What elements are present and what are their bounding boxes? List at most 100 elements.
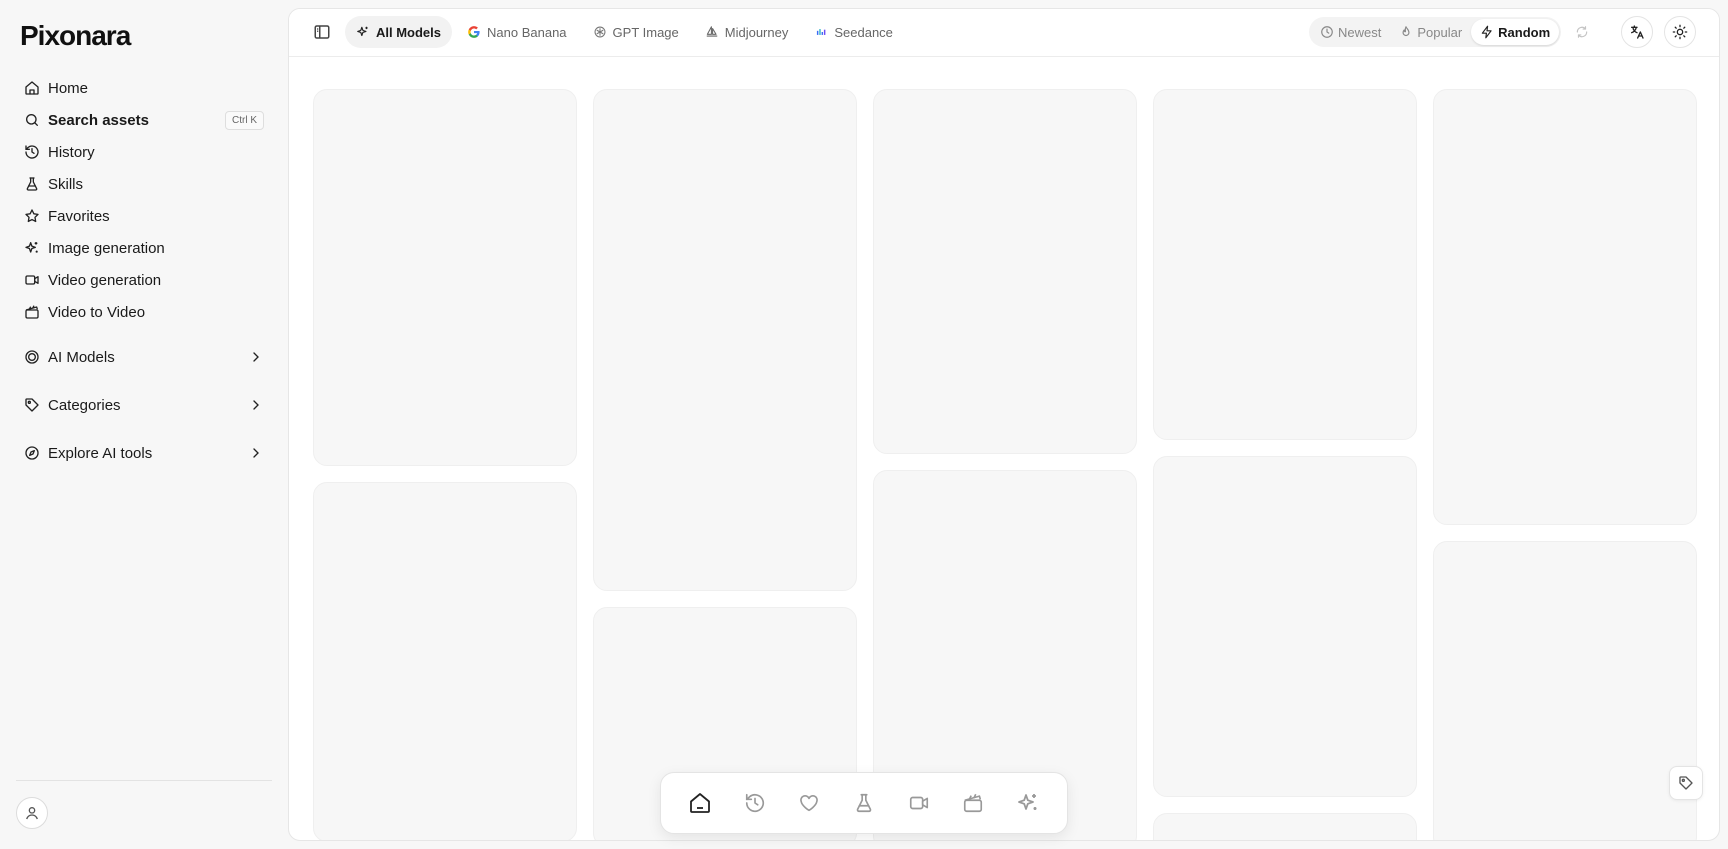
sidebar-groups: AI Models Categories Explore AI tools — [16, 340, 272, 470]
tag-icon — [25, 398, 39, 412]
theme-toggle-button[interactable] — [1664, 16, 1696, 48]
home-icon — [690, 793, 711, 813]
sparkles-icon — [1017, 794, 1037, 810]
heart-icon — [800, 794, 819, 812]
chevron-right-icon — [253, 352, 259, 362]
video-icon — [25, 275, 39, 285]
flask-icon — [856, 793, 872, 813]
compass-icon — [25, 446, 39, 460]
sidebar-item-image-generation[interactable]: Image generation — [16, 232, 272, 264]
skeleton-card — [313, 89, 577, 466]
clapperboard-icon — [964, 793, 983, 813]
bottom-dock — [660, 772, 1068, 834]
tab-gpt-image[interactable]: GPT Image — [582, 16, 690, 48]
dock-favorites-button[interactable] — [791, 785, 827, 821]
sidebar-group-ai-models[interactable]: AI Models — [16, 340, 272, 374]
dock-history-button[interactable] — [737, 785, 773, 821]
tab-midjourney[interactable]: Midjourney — [694, 16, 800, 48]
sidebar-item-label: Skills — [48, 175, 84, 193]
top-bar: All Models Nano Banana GPT Image Midjour… — [289, 9, 1719, 57]
sidebar-item-label: Video generation — [48, 271, 162, 289]
sort-label: Newest — [1338, 24, 1382, 40]
sidebar-item-label: Image generation — [48, 239, 165, 257]
language-button[interactable] — [1621, 16, 1653, 48]
sort-toggle-group: Newest Popular Random — [1309, 17, 1562, 47]
tab-label: Seedance — [834, 24, 893, 40]
sidebar-group-label: Explore AI tools — [48, 444, 153, 462]
sidebar-group-categories[interactable]: Categories — [16, 388, 272, 422]
clock-icon — [1321, 26, 1333, 38]
brand-logo[interactable]: Pixonara — [20, 20, 131, 52]
sidebar-item-label: Search assets — [48, 111, 149, 129]
sidebar-group-explore-ai-tools[interactable]: Explore AI tools — [16, 436, 272, 470]
sidebar-divider — [16, 780, 272, 781]
tab-all-models[interactable]: All Models — [345, 16, 453, 48]
refresh-icon[interactable] — [1575, 25, 1589, 39]
sort-label: Popular — [1417, 24, 1463, 40]
skeleton-card — [1433, 89, 1697, 525]
skeleton-card — [1153, 89, 1417, 440]
tab-label: Nano Banana — [487, 24, 567, 40]
sidebar-item-search-assets[interactable]: Search assets Ctrl K — [16, 104, 272, 136]
dock-video-to-video-button[interactable] — [955, 785, 991, 821]
translate-icon — [1631, 25, 1644, 39]
sailboat-icon — [706, 26, 718, 37]
flame-icon — [1402, 26, 1410, 37]
skeleton-card — [1153, 456, 1417, 797]
sidebar-item-label: Video to Video — [48, 303, 146, 321]
bars-icon — [817, 29, 826, 35]
skeleton-card — [313, 482, 577, 840]
video-icon — [909, 796, 928, 810]
sort-popular[interactable]: Popular — [1390, 19, 1471, 45]
flask-icon — [26, 177, 38, 191]
model-tabs: All Models Nano Banana GPT Image Midjour… — [345, 16, 904, 48]
clapperboard-icon — [25, 305, 39, 319]
brand-name: Pixonara — [20, 20, 131, 51]
user-icon — [26, 807, 38, 820]
sidebar-item-history[interactable]: History — [16, 136, 272, 168]
main-panel: All Models Nano Banana GPT Image Midjour… — [288, 8, 1720, 841]
user-avatar[interactable] — [16, 797, 48, 829]
sidebar-nav: Home Search assets Ctrl K History Skills… — [16, 72, 272, 484]
home-icon — [25, 81, 39, 95]
tag-icon — [1679, 776, 1693, 790]
dock-video-button[interactable] — [901, 785, 937, 821]
skeleton-card — [593, 89, 857, 591]
skeleton-card — [1433, 541, 1697, 840]
sidebar-item-video-generation[interactable]: Video generation — [16, 264, 272, 296]
sidebar-item-label: History — [48, 143, 95, 161]
history-icon — [25, 145, 39, 159]
dock-skills-button[interactable] — [846, 785, 882, 821]
sparkles-icon — [25, 242, 38, 253]
dock-image-generation-button[interactable] — [1010, 785, 1046, 821]
sidebar-item-favorites[interactable]: Favorites — [16, 200, 272, 232]
sidebar: Pixonara Home Search assets Ctrl K Histo… — [0, 0, 288, 849]
sidebar-toggle-icon[interactable] — [313, 23, 331, 41]
skeleton-card — [1153, 813, 1417, 840]
chevron-right-icon — [253, 448, 259, 458]
sort-random[interactable]: Random — [1471, 19, 1560, 45]
sort-label: Random — [1498, 24, 1551, 40]
tab-label: GPT Image — [612, 24, 679, 40]
shortcut-badge: Ctrl K — [225, 111, 264, 130]
tab-nano-banana[interactable]: Nano Banana — [456, 16, 578, 48]
sidebar-group-label: Categories — [48, 396, 121, 414]
sidebar-item-label: Favorites — [48, 207, 110, 225]
sparkles-icon — [357, 26, 368, 37]
sidebar-item-video-to-video[interactable]: Video to Video — [16, 296, 272, 328]
sidebar-group-label: AI Models — [48, 348, 115, 366]
tab-label: All Models — [376, 24, 442, 40]
tab-label: Midjourney — [724, 24, 789, 40]
sun-icon — [1672, 24, 1688, 40]
sort-newest[interactable]: Newest — [1311, 19, 1390, 45]
zap-icon — [1481, 25, 1492, 39]
tag-filter-button[interactable] — [1669, 766, 1703, 800]
dock-home-button[interactable] — [682, 785, 718, 821]
sidebar-item-skills[interactable]: Skills — [16, 168, 272, 200]
sidebar-item-home[interactable]: Home — [16, 72, 272, 104]
layers-icon — [25, 350, 39, 364]
skeleton-card — [873, 89, 1137, 454]
tab-seedance[interactable]: Seedance — [803, 16, 904, 48]
search-icon — [26, 114, 38, 126]
chevron-right-icon — [253, 400, 259, 410]
